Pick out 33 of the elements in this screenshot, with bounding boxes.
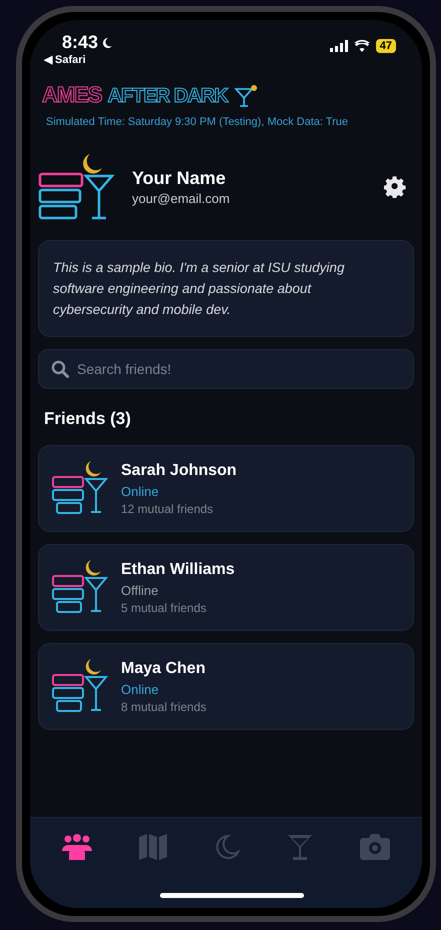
wifi-icon xyxy=(354,40,370,52)
moon-icon xyxy=(101,36,114,48)
battery-level: 47 xyxy=(376,39,396,53)
status-time: 8:43 xyxy=(62,32,98,53)
moon-icon[interactable] xyxy=(214,834,240,860)
logo-text: AMES xyxy=(42,82,102,108)
friend-card[interactable]: Sarah Johnson Online 12 mutual friends xyxy=(38,445,414,532)
logo-text: AFTER DARK xyxy=(108,85,228,108)
cocktail-icon xyxy=(234,84,258,108)
friend-name: Ethan Williams xyxy=(121,560,235,578)
mutual-friends-count: 12 mutual friends xyxy=(121,502,214,516)
signal-icon xyxy=(330,40,348,52)
cocktail-icon[interactable] xyxy=(287,834,314,860)
mutual-friends-count: 8 mutual friends xyxy=(121,700,206,714)
friend-status: Online xyxy=(121,484,160,498)
simulation-info: Simulated Time: Saturday 9:30 PM (Testing), Mock Data: True xyxy=(45,115,350,128)
friend-name: Maya Chen xyxy=(121,660,206,678)
friend-status: Offline xyxy=(121,582,160,598)
mutual-friends-count: 5 mutual friends xyxy=(121,600,208,614)
people-icon[interactable] xyxy=(62,834,92,860)
bio-card: This is a sample bio. I'm a senior at ISU studying software engineering and passionate about cybersecurity and mobile dev. xyxy=(38,240,414,337)
friend-status: Online xyxy=(121,682,160,696)
friend-card[interactable]: Maya Chen Online 8 mutual friends xyxy=(38,643,414,730)
profile-email: your@email.com xyxy=(132,191,231,206)
friends-heading: Friends (3) xyxy=(43,408,132,429)
profile-name: Your Name xyxy=(132,168,227,189)
friend-card[interactable]: Ethan Williams Offline 5 mutual friends xyxy=(38,544,414,631)
settings-icon[interactable] xyxy=(384,176,406,198)
back-link[interactable]: ◀ Safari xyxy=(44,53,114,66)
camera-icon[interactable] xyxy=(360,834,390,860)
friend-name: Sarah Johnson xyxy=(121,462,237,480)
search-field[interactable]: Search friends! xyxy=(38,349,414,389)
map-icon[interactable] xyxy=(138,834,167,860)
